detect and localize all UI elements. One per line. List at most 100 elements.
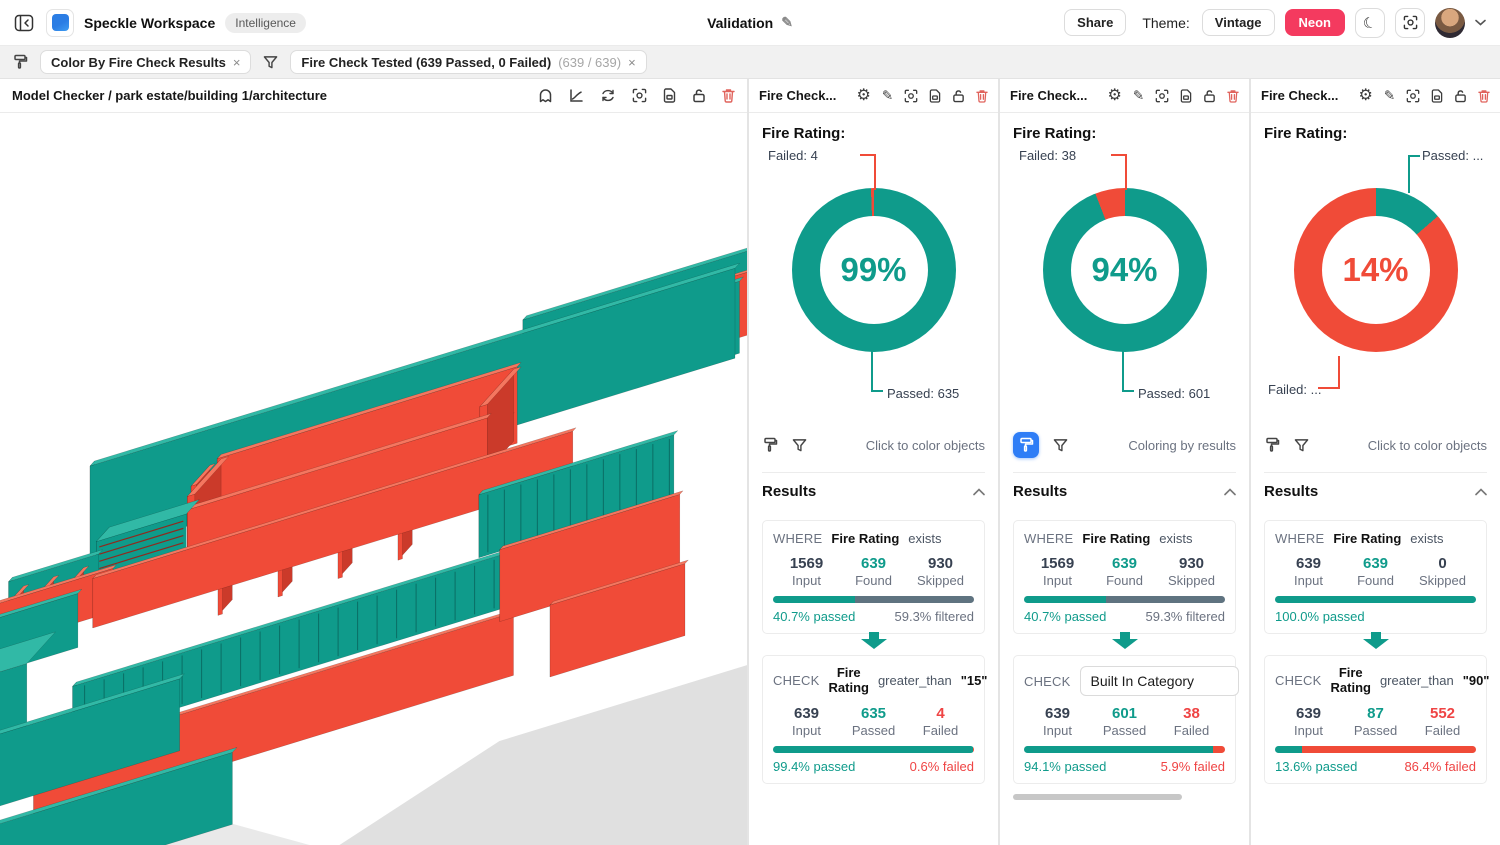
share-button[interactable]: Share <box>1064 9 1126 36</box>
speckle-logo[interactable] <box>46 9 74 37</box>
model-viewer-pane: Model Checker / park estate/building 1/a… <box>0 79 747 845</box>
paint-roller-icon <box>1264 437 1280 453</box>
file-icon <box>1180 89 1192 103</box>
results-label: Results <box>762 483 816 500</box>
color-objects-button[interactable] <box>1264 437 1280 453</box>
delete-button[interactable] <box>1478 89 1490 103</box>
chevron-down-icon <box>1475 19 1486 26</box>
stat-value: 639 <box>773 705 840 722</box>
tab-fire-check-tested[interactable]: Fire Check Tested (639 Passed, 0 Failed)… <box>290 50 646 74</box>
filter-bar: Color By Fire Check Results × Fire Check… <box>0 46 1500 79</box>
passed-percent: 40.7% passed <box>773 609 855 624</box>
close-icon[interactable]: × <box>233 55 241 70</box>
collapse-results-button[interactable] <box>1475 488 1487 496</box>
settings-button[interactable]: ⚙ <box>1107 88 1121 104</box>
model-sync-button[interactable] <box>600 88 616 103</box>
export-file-button[interactable] <box>929 89 941 103</box>
delete-button[interactable] <box>976 89 988 103</box>
passed-percent: 40.7% passed <box>1024 609 1106 624</box>
lock-button[interactable] <box>1454 89 1467 103</box>
speckle-cube-icon <box>52 14 69 31</box>
stat-value: 87 <box>1342 705 1409 722</box>
zoom-extents-button[interactable] <box>1155 89 1169 103</box>
theme-neon-button[interactable]: Neon <box>1285 9 1346 36</box>
zoom-extents-button[interactable] <box>1406 89 1420 103</box>
filter-objects-button[interactable] <box>792 438 807 453</box>
filter-objects-button[interactable] <box>1294 438 1309 453</box>
edit-button[interactable]: ✎ <box>882 88 893 104</box>
stat-value: 930 <box>1158 555 1225 572</box>
stat-label: Failed <box>907 723 974 738</box>
stat-label: Skipped <box>1409 573 1476 588</box>
category-select[interactable]: Built In Category <box>1080 666 1239 696</box>
focus-view-button[interactable] <box>1395 8 1425 38</box>
progress-bar <box>1275 596 1476 603</box>
chart-view-button[interactable] <box>569 88 584 103</box>
stat-label: Found <box>1342 573 1409 588</box>
file-icon <box>663 88 676 103</box>
lock-button[interactable] <box>952 89 965 103</box>
horizontal-scrollbar[interactable] <box>1013 794 1182 800</box>
filtered-percent: 59.3% filtered <box>895 609 975 624</box>
model-viewport[interactable] <box>0 113 747 845</box>
stat-label: Input <box>1275 723 1342 738</box>
lock-icon <box>1454 89 1467 103</box>
stat-value: 552 <box>1409 705 1476 722</box>
lock-icon <box>692 88 706 103</box>
collapse-results-button[interactable] <box>1224 488 1236 496</box>
stat-value: 1569 <box>773 555 840 572</box>
progress-bar <box>773 596 974 603</box>
edit-button[interactable]: ✎ <box>1133 88 1144 104</box>
lock-button[interactable] <box>1203 89 1216 103</box>
sync-icon <box>600 88 616 103</box>
funnel-icon <box>263 55 278 70</box>
theme-vintage-button[interactable]: Vintage <box>1202 9 1275 36</box>
clause-operator: greater_than <box>1380 673 1454 688</box>
sidebar-collapse-icon[interactable] <box>14 14 34 32</box>
zoom-extents-button[interactable] <box>904 89 918 103</box>
edit-button[interactable]: ✎ <box>1384 88 1395 104</box>
export-file-button[interactable] <box>1180 89 1192 103</box>
clause-operator: exists <box>908 531 941 546</box>
stat-label: Failed <box>1409 723 1476 738</box>
clause-property: Fire Rating <box>1331 666 1371 696</box>
gear-icon: ⚙ <box>856 88 870 104</box>
user-avatar[interactable] <box>1435 8 1465 38</box>
zoom-extents-button[interactable] <box>632 88 647 103</box>
scan-icon <box>904 89 918 103</box>
close-icon[interactable]: × <box>628 55 636 70</box>
gear-icon: ⚙ <box>1358 88 1372 104</box>
export-file-button[interactable] <box>1431 89 1443 103</box>
settings-button[interactable]: ⚙ <box>1358 88 1372 104</box>
tab-color-by-fire-check[interactable]: Color By Fire Check Results × <box>40 50 251 74</box>
tab-label: Fire Check Tested (639 Passed, 0 Failed) <box>301 55 551 70</box>
clause-value: "15" <box>961 673 988 688</box>
stat-value: 639 <box>1342 555 1409 572</box>
color-objects-button[interactable] <box>1013 432 1039 458</box>
delete-button[interactable] <box>1227 89 1239 103</box>
clause-property: Fire Rating <box>831 531 899 546</box>
results-label: Results <box>1013 483 1067 500</box>
clause-operator: exists <box>1159 531 1192 546</box>
pencil-icon: ✎ <box>882 88 893 104</box>
edit-title-icon[interactable]: ✎ <box>781 14 793 31</box>
filter-objects-button[interactable] <box>1053 438 1068 453</box>
dark-mode-button[interactable]: ☾ <box>1355 8 1385 38</box>
stat-value: 930 <box>907 555 974 572</box>
ghost-mode-button[interactable] <box>538 88 553 104</box>
lock-button[interactable] <box>692 88 706 103</box>
stat-value: 639 <box>1091 555 1158 572</box>
file-icon <box>929 89 941 103</box>
stat-label: Input <box>1024 723 1091 738</box>
settings-button[interactable]: ⚙ <box>856 88 870 104</box>
delete-button[interactable] <box>722 88 735 103</box>
metric-label: Fire Rating: <box>762 125 985 142</box>
collapse-results-button[interactable] <box>973 488 985 496</box>
where-clause-card: WHERE Fire Rating exists 1569Input 639Fo… <box>1013 520 1236 634</box>
stat-value: 4 <box>907 705 974 722</box>
stat-label: Passed <box>1091 723 1158 738</box>
export-file-button[interactable] <box>663 88 676 103</box>
color-objects-button[interactable] <box>762 437 778 453</box>
account-menu-button[interactable] <box>1475 19 1486 26</box>
lock-icon <box>1203 89 1216 103</box>
